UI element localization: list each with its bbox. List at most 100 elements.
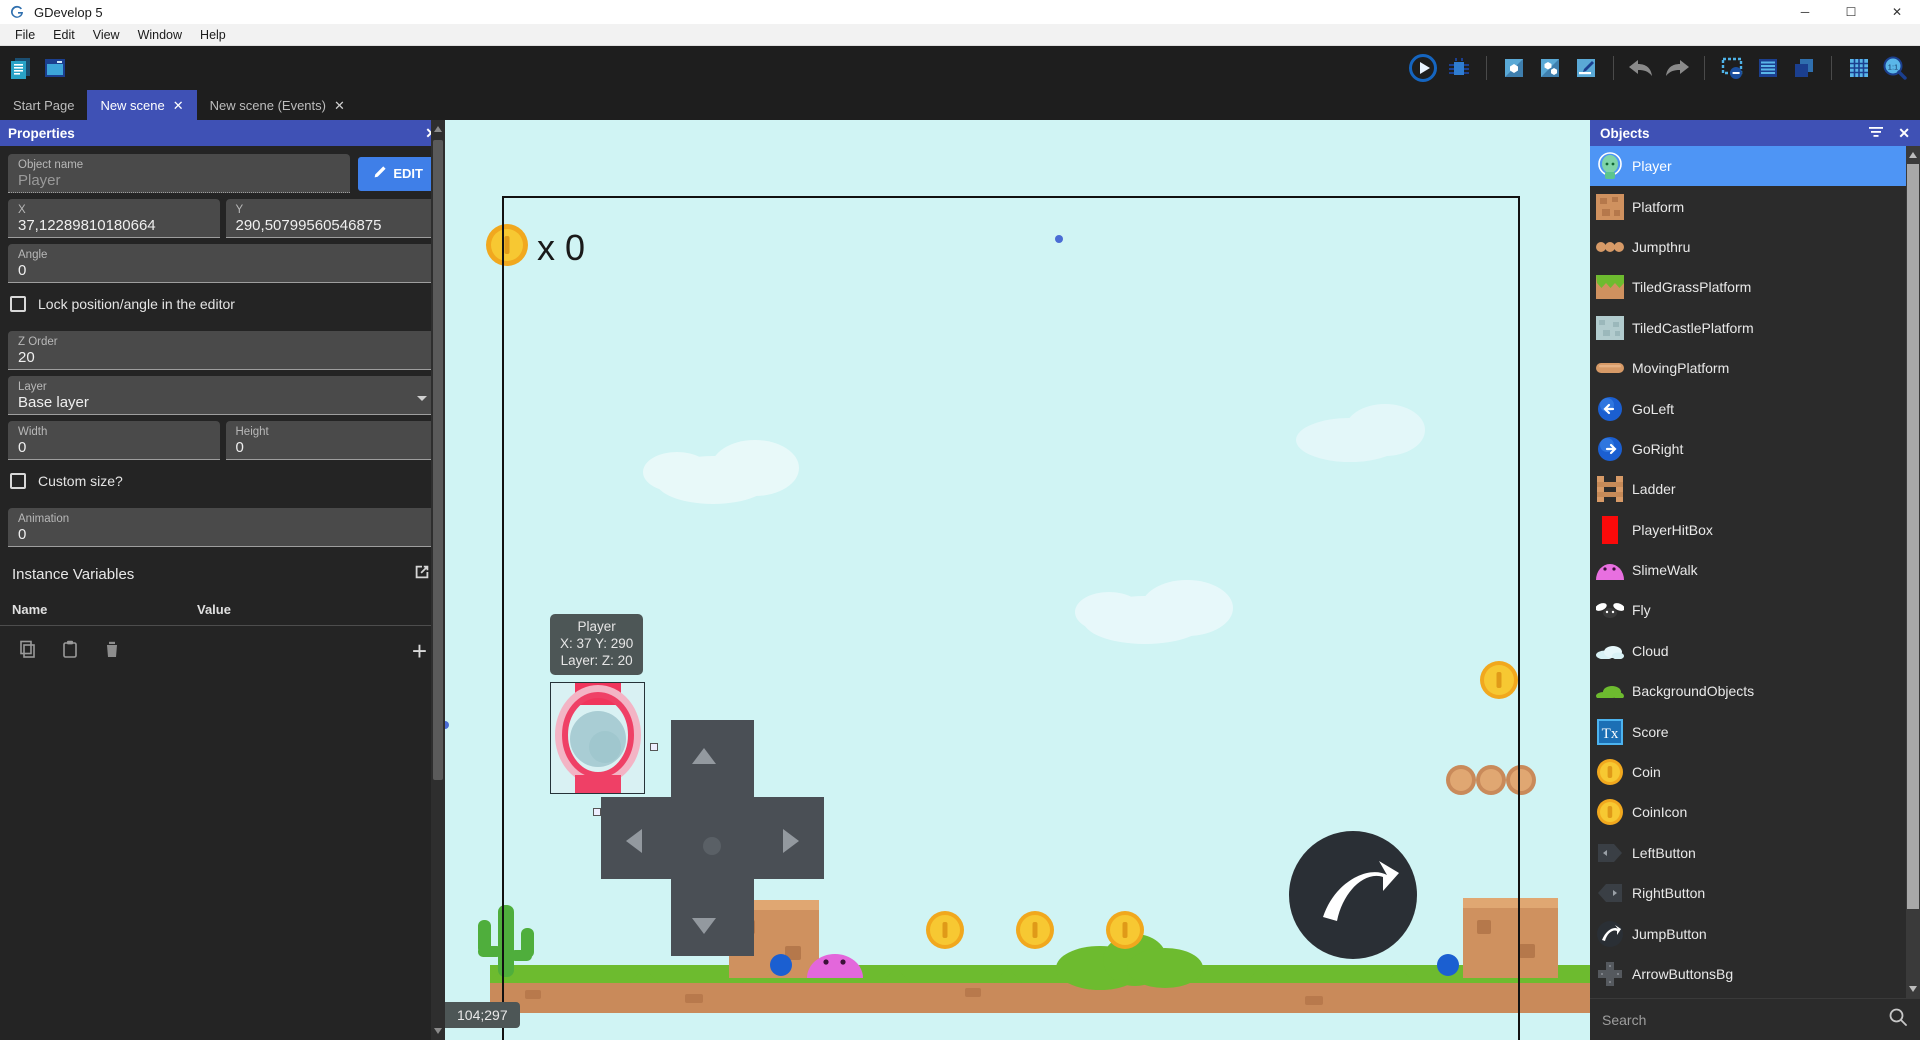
custom-size-checkbox-row[interactable]: Custom size?: [0, 460, 445, 502]
add-instance-variable-button[interactable]: +: [412, 638, 427, 664]
column-header-value: Value: [197, 602, 231, 617]
object-row-player[interactable]: Player: [1590, 146, 1920, 187]
object-row-tiledgrassplatform[interactable]: TiledGrassPlatform: [1590, 267, 1920, 307]
scroll-down-icon[interactable]: [434, 1028, 442, 1034]
width-field[interactable]: Width 0: [8, 421, 220, 460]
object-row-slimewalk[interactable]: SlimeWalk: [1590, 550, 1920, 590]
filter-icon[interactable]: [1868, 125, 1884, 142]
scroll-down-icon[interactable]: [1909, 986, 1917, 992]
layer-select[interactable]: Layer Base layer: [8, 376, 437, 415]
object-row-jumpthru[interactable]: Jumpthru: [1590, 227, 1920, 267]
maximize-button[interactable]: ☐: [1828, 0, 1874, 24]
object-row-score[interactable]: Tx Score: [1590, 711, 1920, 751]
project-manager-icon[interactable]: [6, 53, 36, 83]
properties-panel-title: Properties: [8, 125, 75, 141]
search-icon[interactable]: [1888, 1007, 1908, 1032]
add-object-from-asset-store-icon[interactable]: [1535, 53, 1565, 83]
tab-close-icon[interactable]: ✕: [173, 99, 184, 112]
animation-field[interactable]: Animation 0: [8, 508, 437, 547]
scene-canvas[interactable]: x 0 Player X: 37 Y: 290 Layer: Z: 20 104: [445, 120, 1590, 1040]
close-icon[interactable]: ✕: [1898, 125, 1910, 142]
grid-toggle-icon[interactable]: [1844, 53, 1874, 83]
scrollbar-thumb[interactable]: [433, 140, 443, 780]
position-x-field[interactable]: X 37,12289810180664: [8, 199, 220, 238]
animation-value: 0: [18, 526, 27, 543]
undo-icon[interactable]: [1626, 53, 1656, 83]
object-row-movingplatform[interactable]: MovingPlatform: [1590, 348, 1920, 388]
scroll-up-icon[interactable]: [1909, 152, 1917, 158]
resize-handle-bottom[interactable]: [593, 808, 601, 816]
paste-icon[interactable]: [60, 639, 80, 664]
arrow-right-ball-icon: [1596, 435, 1624, 463]
redo-icon[interactable]: [1662, 53, 1692, 83]
delete-icon[interactable]: [102, 639, 122, 664]
objects-scrollbar[interactable]: [1906, 146, 1920, 998]
objects-list[interactable]: Player Platform Jumpthru TiledGrassPlatf…: [1590, 146, 1920, 998]
lock-position-checkbox-row[interactable]: Lock position/angle in the editor: [0, 283, 445, 325]
menu-item-file[interactable]: File: [6, 26, 44, 44]
object-row-ladder[interactable]: Ladder: [1590, 469, 1920, 509]
preview-play-icon[interactable]: [1408, 53, 1438, 83]
tab-close-icon[interactable]: ✕: [334, 99, 345, 112]
edit-object-button[interactable]: EDIT: [358, 156, 437, 191]
minimize-button[interactable]: ─: [1782, 0, 1828, 24]
close-button[interactable]: ✕: [1874, 0, 1920, 24]
object-row-coin[interactable]: Coin: [1590, 752, 1920, 792]
player-instance-sprite[interactable]: [551, 683, 644, 793]
object-name: Score: [1632, 723, 1669, 740]
copy-icon[interactable]: [18, 639, 38, 664]
lock-position-checkbox[interactable]: [10, 296, 26, 312]
object-name: Fly: [1632, 602, 1651, 619]
object-row-goright[interactable]: GoRight: [1590, 429, 1920, 469]
object-name-field[interactable]: Object name Player: [8, 154, 351, 193]
chevron-down-icon[interactable]: [417, 396, 427, 401]
height-field[interactable]: Height 0: [225, 421, 437, 460]
object-row-fly[interactable]: Fly: [1590, 590, 1920, 630]
layers-panel-icon[interactable]: [1789, 53, 1819, 83]
custom-size-checkbox[interactable]: [10, 473, 26, 489]
object-row-leftbutton[interactable]: LeftButton: [1590, 833, 1920, 873]
left-button-icon: [1596, 839, 1624, 867]
menu-item-edit[interactable]: Edit: [44, 26, 84, 44]
properties-scrollbar[interactable]: [431, 120, 445, 1040]
object-row-tiledcastleplatform[interactable]: TiledCastlePlatform: [1590, 308, 1920, 348]
resize-handle-right[interactable]: [650, 743, 658, 751]
object-row-goleft[interactable]: GoLeft: [1590, 388, 1920, 428]
object-name: Jumpthru: [1632, 238, 1691, 255]
open-external-icon[interactable]: [413, 563, 431, 586]
layer-label: Layer: [18, 381, 47, 393]
object-row-arrowbuttonsbg[interactable]: ArrowButtonsBg: [1590, 954, 1920, 994]
tab-new-scene[interactable]: New scene ✕: [87, 90, 197, 120]
object-row-playerhitbox[interactable]: PlayerHitBox: [1590, 510, 1920, 550]
tab-start-page[interactable]: Start Page: [0, 90, 87, 120]
instance-tooltip-name: Player: [577, 619, 616, 634]
debug-preview-icon[interactable]: [1444, 53, 1474, 83]
object-row-jumpbutton[interactable]: JumpButton: [1590, 913, 1920, 953]
zoom-reset-icon[interactable]: 1:1: [1880, 53, 1910, 83]
objects-list-icon[interactable]: [1717, 53, 1747, 83]
add-object-icon[interactable]: [1499, 53, 1529, 83]
width-label: Width: [18, 426, 48, 438]
menu-item-view[interactable]: View: [84, 26, 129, 44]
menu-item-help[interactable]: Help: [191, 26, 235, 44]
scroll-up-icon[interactable]: [434, 126, 442, 132]
z-order-field[interactable]: Z Order 20: [8, 331, 437, 370]
open-scene-editor-icon[interactable]: [40, 53, 70, 83]
object-row-coinicon[interactable]: CoinIcon: [1590, 792, 1920, 832]
scrollbar-thumb[interactable]: [1907, 164, 1919, 909]
object-name: Ladder: [1632, 481, 1676, 498]
edit-object-icon[interactable]: [1571, 53, 1601, 83]
object-row-rightbutton[interactable]: RightButton: [1590, 873, 1920, 913]
position-y-field[interactable]: Y 290,50799560546875: [225, 199, 437, 238]
objects-search-bar[interactable]: Search: [1590, 998, 1920, 1040]
object-row-backgroundobjects[interactable]: BackgroundObjects: [1590, 671, 1920, 711]
angle-field[interactable]: Angle 0: [8, 244, 437, 283]
search-input[interactable]: Search: [1602, 1012, 1880, 1028]
object-row-platform[interactable]: Platform: [1590, 186, 1920, 226]
properties-panel-icon[interactable]: [1753, 53, 1783, 83]
object-row-cloud[interactable]: Cloud: [1590, 631, 1920, 671]
tab-new-scene-events[interactable]: New scene (Events) ✕: [197, 90, 358, 120]
scene-handle-top[interactable]: [1055, 235, 1063, 243]
menu-item-window[interactable]: Window: [129, 26, 191, 44]
object-name: GoRight: [1632, 440, 1684, 457]
